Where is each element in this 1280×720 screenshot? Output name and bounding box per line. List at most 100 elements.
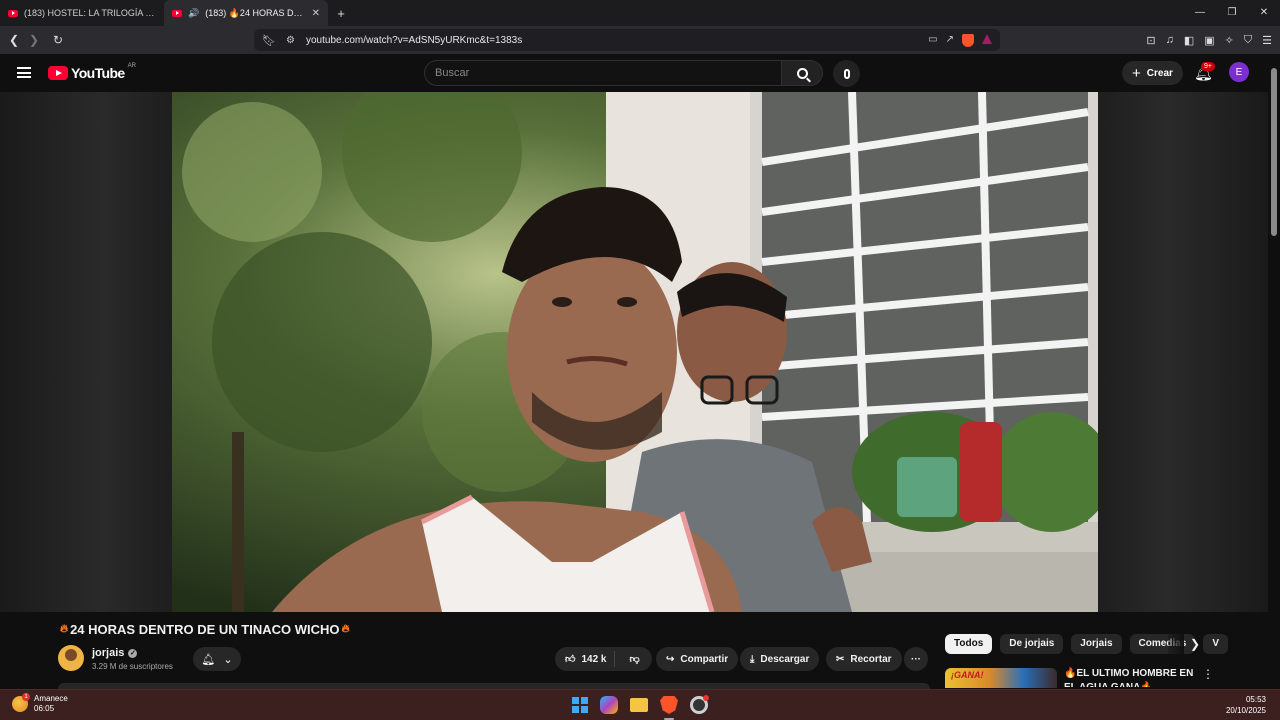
clip-label: Recortar	[850, 653, 892, 665]
chrome-icon[interactable]	[690, 695, 709, 714]
youtube-header: YouTube AR Buscar + Crear 🔔︎ 9+	[0, 54, 1280, 92]
plus-icon: +	[1132, 64, 1141, 82]
like-dislike-group: 👍︎ 142 k 👎︎	[555, 647, 652, 671]
youtube-logo[interactable]: YouTube AR	[48, 63, 136, 81]
microphone-icon	[843, 68, 850, 79]
channel-name-text[interactable]: jorjais	[92, 647, 124, 659]
verified-icon: ✓	[128, 648, 138, 658]
video-title: 🔥︎ 24 HORAS DENTRO DE UN TINACO WICHO 🔥︎	[60, 622, 350, 637]
chevron-right-icon[interactable]: ❯	[1190, 637, 1200, 651]
clock-date: 20/10/2025	[1225, 706, 1266, 715]
address-bar[interactable]: 🔖︎ ⚙︎ youtube.com/watch?v=AdSN5yURKmc&t=…	[254, 29, 1000, 51]
restore-button[interactable]: ❐	[1216, 0, 1248, 26]
window-controls: — ❐ ✕	[1184, 0, 1280, 26]
url-text[interactable]: youtube.com/watch?v=AdSN5yURKmc&t=1383s	[306, 35, 928, 46]
cast-icon[interactable]: ▭	[928, 34, 937, 47]
bookmark-icon[interactable]: 🔖︎	[262, 34, 286, 47]
channel-name[interactable]: jorjais ✓	[92, 647, 138, 659]
forward-button[interactable]: ❯	[24, 33, 44, 47]
subscription-bell-button[interactable]: 🔔︎ ⌄	[193, 647, 241, 671]
youtube-favicon-icon	[172, 9, 182, 17]
chip-todos[interactable]: Todos	[945, 634, 993, 654]
share-button[interactable]: ↪ Compartir	[656, 647, 739, 671]
minimize-button[interactable]: —	[1184, 0, 1216, 26]
close-window-button[interactable]: ✕	[1248, 0, 1280, 26]
share-page-icon[interactable]: ↗	[946, 34, 954, 47]
like-button[interactable]: 👍︎ 142 k	[555, 651, 616, 667]
logo-text: YouTube	[71, 65, 125, 81]
hamburger-menu-icon[interactable]	[17, 67, 31, 78]
file-explorer-icon[interactable]	[630, 698, 648, 712]
chips-fade	[1168, 634, 1184, 654]
brave-rewards-icon[interactable]	[982, 33, 992, 44]
clip-button[interactable]: ✂ Recortar	[826, 647, 902, 671]
country-code: AR	[127, 63, 136, 69]
tab-title: (183) 🔥24 HORAS DENTRO DE UN TINACO WICH…	[205, 7, 306, 18]
sidebar-icon[interactable]: ◧	[1184, 34, 1194, 47]
chip-de-jorjais[interactable]: De jorjais	[1000, 634, 1064, 654]
leo-ai-icon[interactable]: ✧	[1225, 34, 1234, 47]
tab-tinaco[interactable]: 🔊 (183) 🔥24 HORAS DENTRO DE UN TINACO WI…	[164, 0, 328, 26]
create-label: Crear	[1146, 67, 1173, 79]
chip-comedias[interactable]: Comedias	[1129, 634, 1196, 654]
browser-toolbar: ❮ ❯ ↻ 🔖︎ ⚙︎ youtube.com/watch?v=AdSN5yUR…	[0, 26, 1280, 54]
close-tab-icon[interactable]: ✕	[312, 8, 320, 19]
taskbar-apps	[572, 695, 709, 714]
wallet-icon[interactable]: ▣	[1204, 34, 1214, 47]
more-actions-button[interactable]: ···	[904, 647, 928, 671]
channel-avatar[interactable]	[58, 645, 84, 671]
system-clock[interactable]: 05:53 20/10/2025	[1226, 694, 1266, 716]
copilot-icon[interactable]	[600, 696, 618, 714]
back-button[interactable]: ❮	[4, 33, 24, 47]
subscriber-count: 3.29 M de suscriptores	[92, 662, 173, 671]
account-avatar[interactable]: E	[1229, 62, 1249, 82]
address-bar-actions: ▭ ↗	[928, 33, 1000, 47]
clock-time: 05:53	[1245, 695, 1266, 704]
dislike-button[interactable]: 👎︎	[621, 653, 647, 665]
search-input[interactable]: Buscar	[424, 60, 782, 86]
weather-badge: 1	[22, 693, 30, 701]
tab-title: (183) HOSTEL: LA TRILOGÍA COMPLETA	[24, 8, 156, 18]
tab-hostel[interactable]: (183) HOSTEL: LA TRILOGÍA COMPLETA	[0, 0, 164, 26]
video-player[interactable]	[172, 92, 1098, 612]
weather-text: Amanece 06:05	[34, 694, 68, 714]
menu-icon[interactable]: ☰	[1262, 34, 1272, 47]
screenshot-icon[interactable]: ⊡	[1146, 34, 1155, 47]
weather-label: Amanece	[34, 694, 68, 703]
vpn-icon[interactable]: ⛉	[1244, 34, 1252, 47]
sunrise-icon: 1	[12, 693, 30, 712]
weather-time: 06:05	[34, 704, 55, 713]
chip-jorjais[interactable]: Jorjais	[1071, 634, 1122, 654]
share-icon: ↪	[666, 653, 675, 665]
video-frame	[172, 92, 1098, 612]
windows-start-icon[interactable]	[572, 697, 588, 713]
voice-search-button[interactable]	[833, 60, 860, 87]
search-button[interactable]	[781, 60, 823, 86]
thumbnail-text: ¡GANA!	[951, 670, 984, 680]
more-horizontal-icon: ···	[911, 653, 921, 665]
video-title-text: 24 HORAS DENTRO DE UN TINACO WICHO	[70, 622, 340, 637]
more-vertical-icon[interactable]: ⋮	[1202, 667, 1214, 681]
thumbs-down-icon: 👎︎	[629, 654, 640, 665]
recommendation-chips: Todos De jorjais Jorjais Comedias V	[945, 634, 1229, 654]
reload-button[interactable]: ↻	[48, 33, 68, 47]
create-button[interactable]: + Crear	[1122, 61, 1183, 85]
weather-widget[interactable]: 1 Amanece 06:05	[12, 693, 68, 714]
recommended-thumbnail[interactable]: ¡GANA!	[945, 668, 1057, 688]
site-settings-icon[interactable]: ⚙︎	[286, 35, 306, 46]
chevron-down-icon: ⌄	[223, 653, 233, 666]
chip-more[interactable]: V	[1203, 634, 1229, 654]
page-scrollbar[interactable]	[1268, 54, 1280, 694]
scrollbar-thumb[interactable]	[1271, 68, 1277, 236]
brave-shields-icon[interactable]	[962, 33, 974, 47]
new-tab-button[interactable]: +	[328, 6, 354, 21]
brave-browser-icon[interactable]	[660, 696, 678, 714]
extensions-area: ⊡ ♫ ◧ ▣ ✧ ⛉ ☰	[1146, 26, 1272, 54]
download-button[interactable]: ⤓ Descargar	[740, 647, 820, 671]
bell-icon: 🔔︎	[201, 653, 216, 666]
browser-tab-strip: (183) HOSTEL: LA TRILOGÍA COMPLETA 🔊 (18…	[0, 0, 1280, 26]
media-icon[interactable]: ♫	[1166, 34, 1174, 46]
thumbs-up-icon: 👍︎	[565, 654, 576, 665]
recommended-title[interactable]: 🔥EL ULTIMO HOMBRE EN EL AGUA GANA🔥	[1064, 667, 1194, 687]
youtube-favicon-icon	[8, 9, 18, 17]
